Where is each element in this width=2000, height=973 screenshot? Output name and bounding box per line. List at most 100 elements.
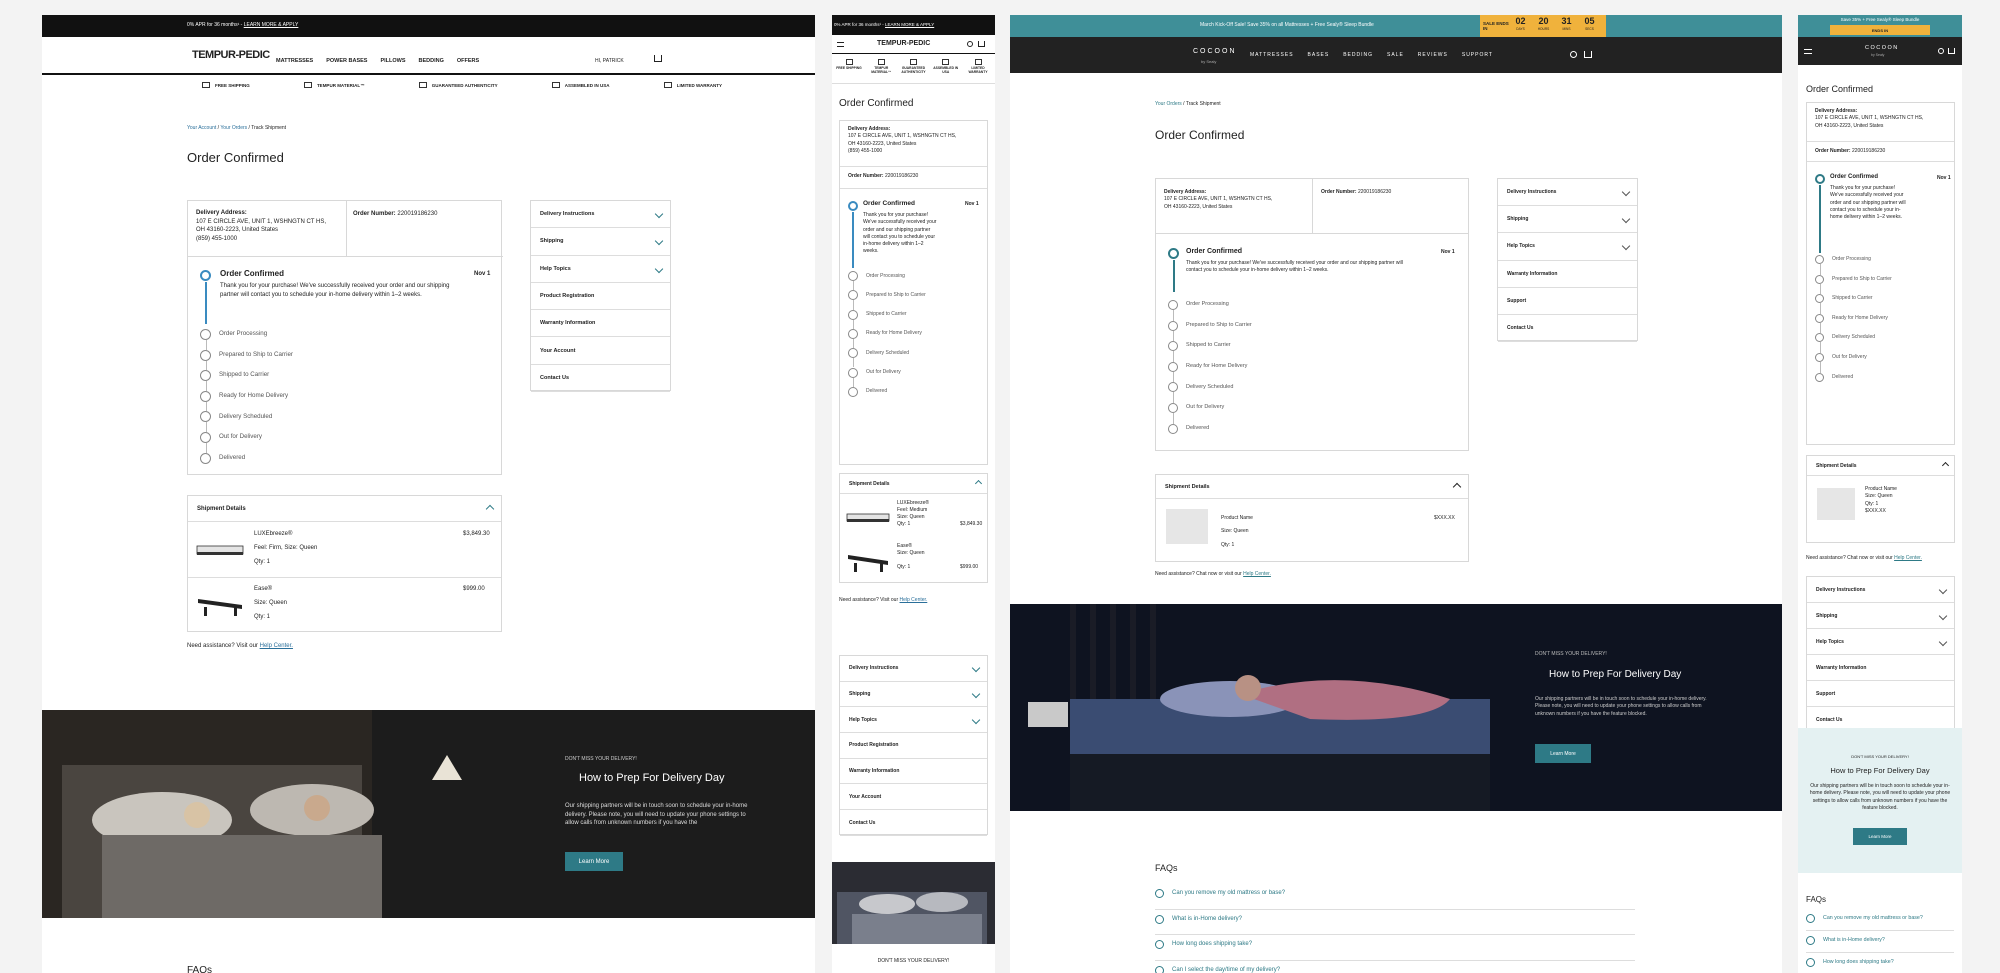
timeline-line — [1819, 264, 1821, 275]
sidebar-item[interactable]: Contact Us — [840, 810, 987, 836]
cart-icon-cocoon[interactable] — [1584, 51, 1592, 58]
sidebar-item[interactable]: Shipping — [1807, 603, 1954, 630]
nav-item-cocoon[interactable]: SUPPORT — [1462, 52, 1493, 58]
benefit-label: FREE SHIPPING — [215, 82, 250, 88]
sidebar-item[interactable]: Contact Us — [1498, 315, 1637, 343]
benefit-item: LIMITED WARRANTY — [663, 82, 722, 88]
nav-item[interactable]: BEDDING — [419, 58, 444, 64]
help-center-link-mobile[interactable]: Help Center. — [900, 597, 928, 603]
sidebar-item[interactable]: Delivery Instructions — [840, 656, 987, 682]
step-description: Thank you for your purchase! We've succe… — [220, 283, 450, 298]
nav-item-cocoon[interactable]: BEDDING — [1343, 52, 1373, 58]
sidebar-item[interactable]: Shipping — [531, 228, 670, 256]
breadcrumb-orders-cocoon[interactable]: Your Orders — [1155, 101, 1182, 107]
sidebar-item[interactable]: Help Topics — [1498, 233, 1637, 261]
faq-question[interactable]: Can you remove my old mattress or base? — [1172, 890, 1285, 896]
nav-item[interactable]: OFFERS — [457, 58, 479, 64]
nav-item[interactable]: PILLOWS — [380, 58, 405, 64]
sidebar-item[interactable]: Delivery Instructions — [1807, 577, 1954, 604]
learn-more-button-cocoon-mobile[interactable]: Learn More — [1853, 828, 1907, 845]
faq-question[interactable]: How long does shipping take? — [1823, 959, 1894, 965]
cocoon-logo[interactable]: COCOON — [1193, 48, 1237, 55]
learn-more-button-cocoon[interactable]: Learn More — [1535, 744, 1591, 763]
faq-expand-icon[interactable] — [1806, 914, 1815, 923]
timeline-line — [1819, 342, 1821, 353]
sidebar-item[interactable]: Warranty Information — [1498, 261, 1637, 288]
sidebar-item[interactable]: Your Account — [840, 785, 987, 811]
faq-expand-icon[interactable] — [1155, 966, 1164, 973]
shipment-header[interactable]: Shipment Details — [188, 496, 501, 522]
sidebar-item[interactable]: Product Registration — [840, 733, 987, 759]
faq-expand-icon[interactable] — [1806, 936, 1815, 945]
help-center-link[interactable]: Help Center. — [260, 643, 293, 649]
cart-icon-mobile[interactable] — [978, 41, 985, 47]
shipment-header-cocoon[interactable]: Shipment Details — [1156, 475, 1468, 499]
cart-icon[interactable] — [654, 55, 662, 62]
product-image-placeholder — [1166, 509, 1208, 544]
sidebar-item[interactable]: Product Registration — [531, 283, 670, 311]
nav-item-cocoon[interactable]: BASES — [1308, 52, 1330, 58]
nav-item-cocoon[interactable]: SALE — [1387, 52, 1404, 58]
hamburger-icon[interactable] — [837, 42, 844, 47]
hero-title-cocoon: How to Prep For Delivery Day — [1549, 669, 1682, 680]
hamburger-icon-cocoon[interactable] — [1804, 49, 1812, 54]
promo-link[interactable]: LEARN MORE & APPLY — [244, 22, 299, 28]
cocoon-logo-mobile[interactable]: COCOON — [1865, 45, 1899, 51]
shipment-header-mobile[interactable]: Shipment Details — [840, 474, 987, 494]
sidebar-item[interactable]: Your Account — [531, 338, 670, 365]
sidebar-item[interactable]: Warranty Information — [1807, 655, 1954, 682]
sidebar-item[interactable]: Delivery Instructions — [1498, 179, 1637, 207]
user-greeting[interactable]: HI, PATRICK — [595, 58, 624, 65]
sidebar-item[interactable]: Shipping — [840, 682, 987, 708]
account-icon[interactable] — [967, 41, 973, 47]
product-price-mobile: $999.00 — [960, 564, 979, 570]
cart-icon-cocoon-mobile[interactable] — [1948, 48, 1955, 54]
tempur-logo[interactable]: TEMPUR-PEDIC — [192, 49, 270, 61]
faq-expand-icon[interactable] — [1155, 940, 1164, 950]
nav-item-cocoon[interactable]: MATTRESSES — [1250, 52, 1294, 58]
order-status-card-mobile: Delivery Address: 107 E CIRCLE AVE, UNIT… — [839, 120, 988, 465]
sidebar-item[interactable]: Help Topics — [531, 256, 670, 283]
benefit-icon-mobile — [910, 59, 917, 65]
cocoon-promo-text: March Kick-Off Sale! Save 35% on all Mat… — [1200, 22, 1374, 28]
help-center-link-cocoon[interactable]: Help Center. — [1243, 571, 1271, 577]
sidebar-item[interactable]: Delivery Instructions — [531, 201, 670, 229]
step-description-mobile: Thank you for your purchase! We've succe… — [863, 212, 937, 255]
breadcrumb-account[interactable]: Your Account — [187, 125, 216, 131]
timeline-line — [205, 340, 207, 350]
sidebar-item-label: Product Registration — [540, 293, 595, 300]
faq-question[interactable]: What is in-Home delivery? — [1823, 937, 1885, 943]
sidebar-item-label: Contact Us — [1816, 717, 1843, 724]
sidebar-item-label: Shipping — [849, 691, 871, 698]
faq-expand-icon[interactable] — [1806, 958, 1815, 967]
sidebar-item[interactable]: Support — [1498, 288, 1637, 315]
breadcrumb-orders[interactable]: Your Orders — [220, 125, 247, 131]
step-label: Ready for Home Delivery — [219, 391, 289, 399]
sidebar-item[interactable]: Warranty Information — [531, 310, 670, 338]
faq-question[interactable]: How long does shipping take? — [1172, 941, 1252, 947]
sidebar-item[interactable]: Help Topics — [840, 707, 987, 734]
promo-link-mobile[interactable]: LEARN MORE & APPLY — [885, 22, 934, 27]
sidebar-item-label: Delivery Instructions — [1816, 586, 1866, 593]
sidebar-item[interactable]: Support — [1807, 681, 1954, 708]
sidebar-item[interactable]: Help Topics — [1807, 629, 1954, 656]
faq-question[interactable]: Can you remove my old mattress or base? — [1823, 915, 1923, 921]
learn-more-button[interactable]: Learn More — [565, 852, 623, 871]
faq-expand-icon[interactable] — [1155, 889, 1164, 898]
step-label: Ready for Home Delivery — [866, 330, 922, 337]
account-icon-cocoon[interactable] — [1570, 51, 1577, 58]
nav-item[interactable]: POWER BASES — [326, 58, 367, 64]
sidebar-item[interactable]: Contact Us — [531, 365, 670, 393]
tempur-logo-mobile[interactable]: TEMPUR-PEDIC — [877, 40, 930, 47]
faq-expand-icon[interactable] — [1155, 914, 1164, 924]
sidebar-item[interactable]: Warranty Information — [840, 759, 987, 785]
faq-question[interactable]: Can I select the day/time of my delivery… — [1172, 967, 1280, 973]
benefit-label: ASSEMBLED IN USA — [564, 82, 610, 88]
timer-label: DAYS — [1516, 26, 1525, 31]
sidebar-item[interactable]: Shipping — [1498, 206, 1637, 234]
account-icon-cocoon-mobile[interactable] — [1938, 48, 1944, 54]
timeline-line — [1173, 310, 1174, 321]
nav-item-cocoon[interactable]: REVIEWS — [1418, 52, 1448, 58]
faq-question[interactable]: What is in-Home delivery? — [1172, 916, 1242, 922]
nav-item[interactable]: MATTRESSES — [276, 58, 313, 64]
